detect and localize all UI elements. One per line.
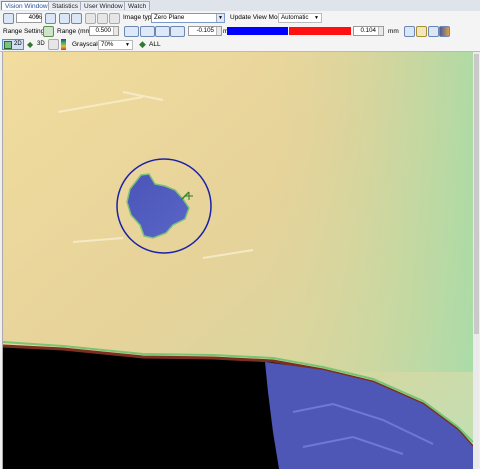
center-range-icon[interactable] bbox=[428, 26, 439, 37]
zoom-out-icon[interactable] bbox=[3, 13, 14, 24]
range-preset-4-icon[interactable] bbox=[170, 26, 185, 37]
grayscale-label: Grayscale bbox=[72, 41, 102, 48]
update-view-mode-select[interactable]: Automatic ▼ bbox=[278, 13, 322, 23]
range-high-unit: mm bbox=[388, 28, 399, 35]
color-bar-blue bbox=[227, 27, 288, 35]
flip-icon[interactable] bbox=[97, 13, 108, 24]
range-settings-icon[interactable] bbox=[43, 26, 54, 37]
grayscale-select[interactable]: 70% ▼ bbox=[98, 40, 133, 50]
image-type-value: Zero Plane bbox=[154, 14, 185, 21]
range-low-input[interactable]: -0.105 bbox=[188, 26, 222, 36]
zoom-in-icon[interactable] bbox=[45, 13, 56, 24]
fit-window-icon[interactable] bbox=[59, 13, 70, 24]
legend-scale-icon[interactable] bbox=[61, 39, 66, 50]
range-spinner[interactable] bbox=[113, 27, 118, 35]
vertical-scrollbar[interactable] bbox=[473, 52, 479, 469]
display-options-icon[interactable] bbox=[48, 39, 59, 50]
range-high-spinner[interactable] bbox=[378, 27, 383, 35]
chevron-down-icon: ▼ bbox=[314, 15, 319, 21]
color-bar-red bbox=[289, 27, 351, 35]
surface-gradient bbox=[243, 52, 479, 372]
view-2d-label: 2D bbox=[14, 41, 22, 47]
all-label[interactable]: ALL bbox=[149, 39, 161, 50]
toolbar-row-1: 400 % Image type Zero Plane ▼ Update Vie… bbox=[0, 11, 480, 25]
all-icon[interactable]: ◆ bbox=[139, 39, 146, 50]
view-3d-label: 3D bbox=[37, 41, 45, 47]
update-view-mode-label: Update View Mode bbox=[230, 14, 285, 21]
range-value: 0.500 bbox=[95, 27, 111, 34]
range-low-spinner[interactable] bbox=[216, 27, 221, 35]
auto-range-icon[interactable] bbox=[416, 26, 427, 37]
zoom-actual-icon[interactable] bbox=[71, 13, 82, 24]
range-low-value: -0.105 bbox=[196, 27, 214, 34]
range-settings-label: Range Settings bbox=[3, 28, 48, 35]
range-preset-2-icon[interactable] bbox=[140, 26, 155, 37]
view-3d-icon: ◆ bbox=[27, 40, 34, 49]
scrollbar-thumb[interactable] bbox=[474, 54, 479, 334]
height-map-image bbox=[3, 52, 479, 469]
color-map-icon[interactable] bbox=[439, 26, 450, 37]
chevron-down-icon: ▼ bbox=[216, 14, 224, 22]
expand-range-icon[interactable] bbox=[404, 26, 415, 37]
view-3d-button[interactable]: ◆ 3D bbox=[26, 39, 46, 50]
range-preset-3-icon[interactable] bbox=[155, 26, 170, 37]
tab-watch[interactable]: Watch bbox=[124, 1, 151, 10]
rotate-icon[interactable] bbox=[85, 13, 96, 24]
chevron-down-icon: ▼ bbox=[125, 42, 130, 48]
tab-statistics[interactable]: Statistics bbox=[48, 1, 83, 10]
toolbar-row-2: Range Settings Range (mm) ± 0.500 -0.105… bbox=[0, 25, 480, 38]
vision-image-view[interactable] bbox=[2, 52, 479, 469]
update-view-mode-value: Automatic bbox=[281, 14, 309, 21]
tab-vision-window[interactable]: Vision Window bbox=[1, 1, 52, 10]
toolbar-row-3: 2D ◆ 3D Grayscale 70% ▼ ◆ ALL bbox=[0, 38, 480, 52]
image-type-select[interactable]: Zero Plane ▼ bbox=[151, 13, 225, 23]
pan-icon[interactable] bbox=[109, 13, 120, 24]
grayscale-value: 70% bbox=[101, 41, 114, 48]
range-preset-1-icon[interactable] bbox=[124, 26, 139, 37]
range-high-value: 0.104 bbox=[360, 27, 376, 34]
range-high-input[interactable]: 0.104 bbox=[353, 26, 384, 36]
zoom-unit: % bbox=[36, 14, 42, 21]
view-2d-button[interactable]: 2D bbox=[2, 39, 24, 50]
range-input[interactable]: 0.500 bbox=[89, 26, 119, 36]
view-2d-icon bbox=[4, 41, 12, 49]
